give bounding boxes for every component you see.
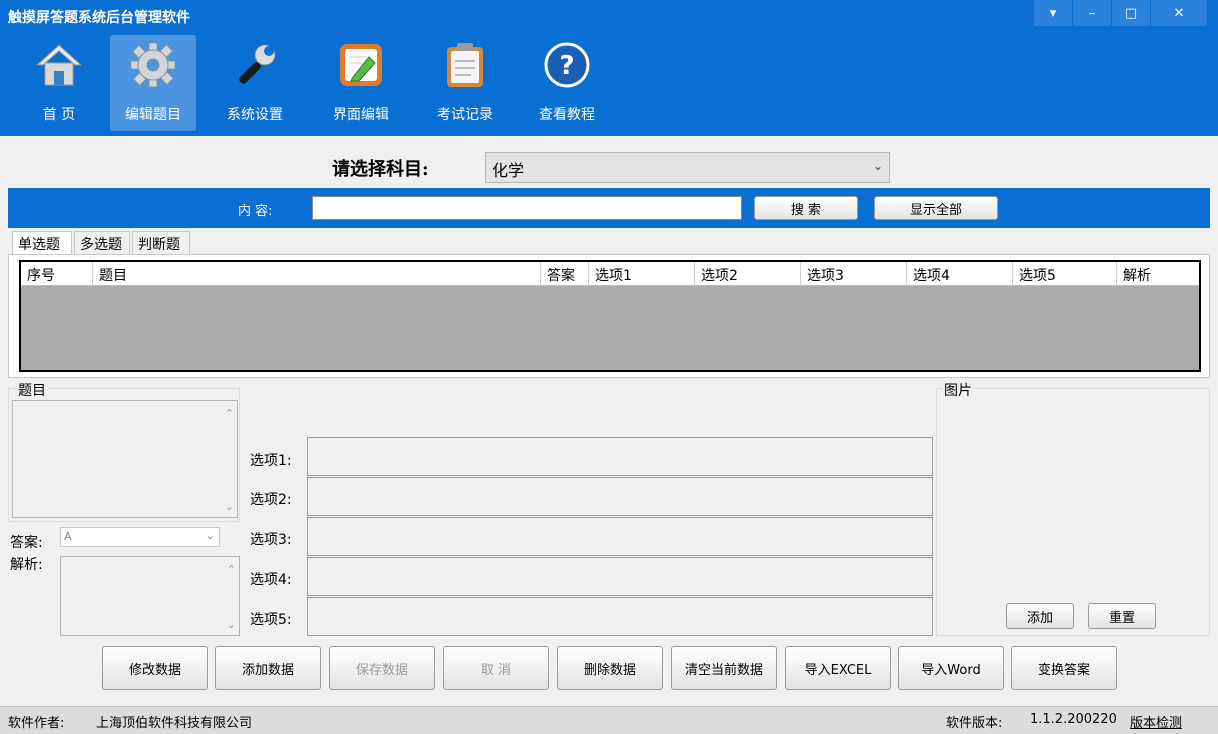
toolbar-edit-questions-label: 编辑题目 bbox=[125, 107, 181, 123]
scroll-down-icon[interactable]: ⌄ bbox=[227, 618, 236, 631]
search-label: 内 容: bbox=[238, 204, 273, 219]
toolbar-view-tutorial[interactable]: ? 查看教程 bbox=[524, 35, 610, 131]
option-3-input[interactable] bbox=[307, 517, 933, 556]
modify-data-button[interactable]: 修改数据 bbox=[102, 646, 208, 690]
option-label: 选项2: bbox=[250, 492, 292, 508]
search-button[interactable]: 搜 索 bbox=[754, 196, 858, 220]
toolbar-edit-questions[interactable]: 编辑题目 bbox=[110, 35, 196, 131]
check-update-link[interactable]: 版本检测 bbox=[1130, 712, 1182, 731]
version-label: 软件版本: bbox=[946, 716, 1003, 731]
close-button[interactable]: ✕ bbox=[1151, 0, 1207, 26]
option-label: 选项5: bbox=[250, 612, 292, 628]
home-icon bbox=[35, 44, 83, 86]
status-bar: 软件作者: 上海顶伯软件科技有限公司 软件版本: 1.1.2.200220 版本… bbox=[0, 706, 1218, 734]
shuffle-answers-button[interactable]: 变换答案 bbox=[1011, 646, 1117, 690]
toolbar-home[interactable]: 首 页 bbox=[16, 35, 102, 131]
add-data-button[interactable]: 添加数据 bbox=[215, 646, 321, 690]
clear-current-data-button[interactable]: 清空当前数据 bbox=[671, 646, 777, 690]
help-glyph: ? bbox=[559, 51, 574, 81]
version-value: 1.1.2.200220 bbox=[1030, 712, 1117, 727]
tab-true-false[interactable]: 判断题 bbox=[132, 231, 190, 255]
clipboard-icon bbox=[447, 43, 483, 87]
column-header[interactable]: 选项2 bbox=[695, 262, 801, 286]
main-toolbar: 首 页 编辑题目 系统设置 界面编辑 考试记录 ? 查看教程 bbox=[0, 32, 1218, 136]
picture-group bbox=[936, 388, 1210, 636]
scroll-up-icon[interactable]: ⌃ bbox=[225, 407, 234, 420]
analysis-label: 解析: bbox=[10, 557, 43, 573]
wrench-icon bbox=[239, 44, 276, 84]
window-title: 触摸屏答题系统后台管理软件 bbox=[8, 10, 190, 26]
reset-picture-button[interactable]: 重置 bbox=[1088, 603, 1156, 629]
show-all-button[interactable]: 显示全部 bbox=[874, 196, 998, 220]
toolbar-exam-records[interactable]: 考试记录 bbox=[422, 35, 508, 131]
chevron-down-icon: ⌄ bbox=[872, 159, 883, 173]
column-header[interactable]: 题目 bbox=[93, 262, 541, 286]
column-header[interactable]: 答案 bbox=[541, 262, 589, 286]
import-excel-button[interactable]: 导入EXCEL bbox=[785, 646, 891, 690]
question-textarea[interactable]: ⌃ ⌄ bbox=[12, 400, 238, 518]
import-word-button[interactable]: 导入Word bbox=[898, 646, 1004, 690]
subject-row: 请选择科目: 化学 ⌄ bbox=[0, 136, 1218, 188]
delete-data-button[interactable]: 删除数据 bbox=[557, 646, 663, 690]
answer-select[interactable]: A ⌄ bbox=[60, 527, 220, 547]
window-menu-button[interactable]: ▾ bbox=[1034, 0, 1072, 26]
column-header[interactable]: 选项1 bbox=[589, 262, 695, 286]
answer-label: 答案: bbox=[10, 535, 43, 551]
column-header[interactable]: 选项4 bbox=[907, 262, 1013, 286]
analysis-textarea[interactable]: ⌃ ⌄ bbox=[60, 556, 240, 636]
gear-icon bbox=[130, 42, 176, 88]
picture-group-label: 图片 bbox=[942, 380, 974, 400]
subject-select-value: 化学 bbox=[492, 161, 525, 180]
toolbar-home-label: 首 页 bbox=[42, 107, 76, 123]
tab-multiple-choice[interactable]: 多选题 bbox=[74, 231, 130, 255]
subject-label: 请选择科目: bbox=[332, 159, 429, 180]
option-4-input[interactable] bbox=[307, 557, 933, 596]
option-label: 选项3: bbox=[250, 532, 292, 548]
toolbar-ui-editor-label: 界面编辑 bbox=[333, 107, 389, 123]
subject-select[interactable]: 化学 ⌄ bbox=[485, 152, 890, 183]
column-header[interactable]: 序号 bbox=[21, 262, 93, 286]
title-bar: 触摸屏答题系统后台管理软件 ▾ – □ ✕ bbox=[0, 0, 1218, 32]
search-bar: 内 容: 搜 索 显示全部 bbox=[8, 188, 1210, 228]
grid-frame: 序号 题目 答案 选项1 选项2 选项3 选项4 选项5 解析 bbox=[8, 254, 1210, 378]
minimize-button[interactable]: – bbox=[1073, 0, 1111, 26]
toolbar-system-settings[interactable]: 系统设置 bbox=[212, 35, 298, 131]
toolbar-view-tutorial-label: 查看教程 bbox=[539, 107, 595, 123]
option-label: 选项1: bbox=[250, 453, 292, 469]
maximize-button[interactable]: □ bbox=[1112, 0, 1150, 26]
author-label: 软件作者: bbox=[8, 716, 65, 731]
search-input[interactable] bbox=[312, 196, 742, 220]
author-value: 上海顶伯软件科技有限公司 bbox=[96, 716, 253, 731]
option-1-input[interactable] bbox=[307, 437, 933, 476]
scroll-down-icon[interactable]: ⌄ bbox=[225, 500, 234, 513]
save-data-button[interactable]: 保存数据 bbox=[329, 646, 435, 690]
chevron-down-icon: ⌄ bbox=[205, 529, 215, 542]
table-header: 序号 题目 答案 选项1 选项2 选项3 选项4 选项5 解析 bbox=[21, 262, 1199, 286]
column-header[interactable]: 解析 bbox=[1117, 262, 1199, 286]
help-icon: ? bbox=[544, 42, 590, 88]
cancel-button[interactable]: 取 消 bbox=[443, 646, 549, 690]
column-header[interactable]: 选项3 bbox=[801, 262, 907, 286]
edit-pad-icon bbox=[340, 44, 382, 86]
toolbar-exam-records-label: 考试记录 bbox=[437, 107, 493, 123]
add-picture-button[interactable]: 添加 bbox=[1006, 603, 1074, 629]
toolbar-system-settings-label: 系统设置 bbox=[227, 107, 283, 123]
scroll-up-icon[interactable]: ⌃ bbox=[227, 563, 236, 576]
option-label: 选项4: bbox=[250, 572, 292, 588]
column-header[interactable]: 选项5 bbox=[1013, 262, 1117, 286]
option-5-input[interactable] bbox=[307, 597, 933, 636]
questions-table[interactable]: 序号 题目 答案 选项1 选项2 选项3 选项4 选项5 解析 bbox=[19, 260, 1201, 372]
toolbar-ui-editor[interactable]: 界面编辑 bbox=[318, 35, 404, 131]
answer-select-value: A bbox=[64, 530, 72, 543]
tab-single-choice[interactable]: 单选题 bbox=[12, 231, 72, 255]
option-2-input[interactable] bbox=[307, 477, 933, 516]
question-group-label: 题目 bbox=[16, 380, 48, 400]
